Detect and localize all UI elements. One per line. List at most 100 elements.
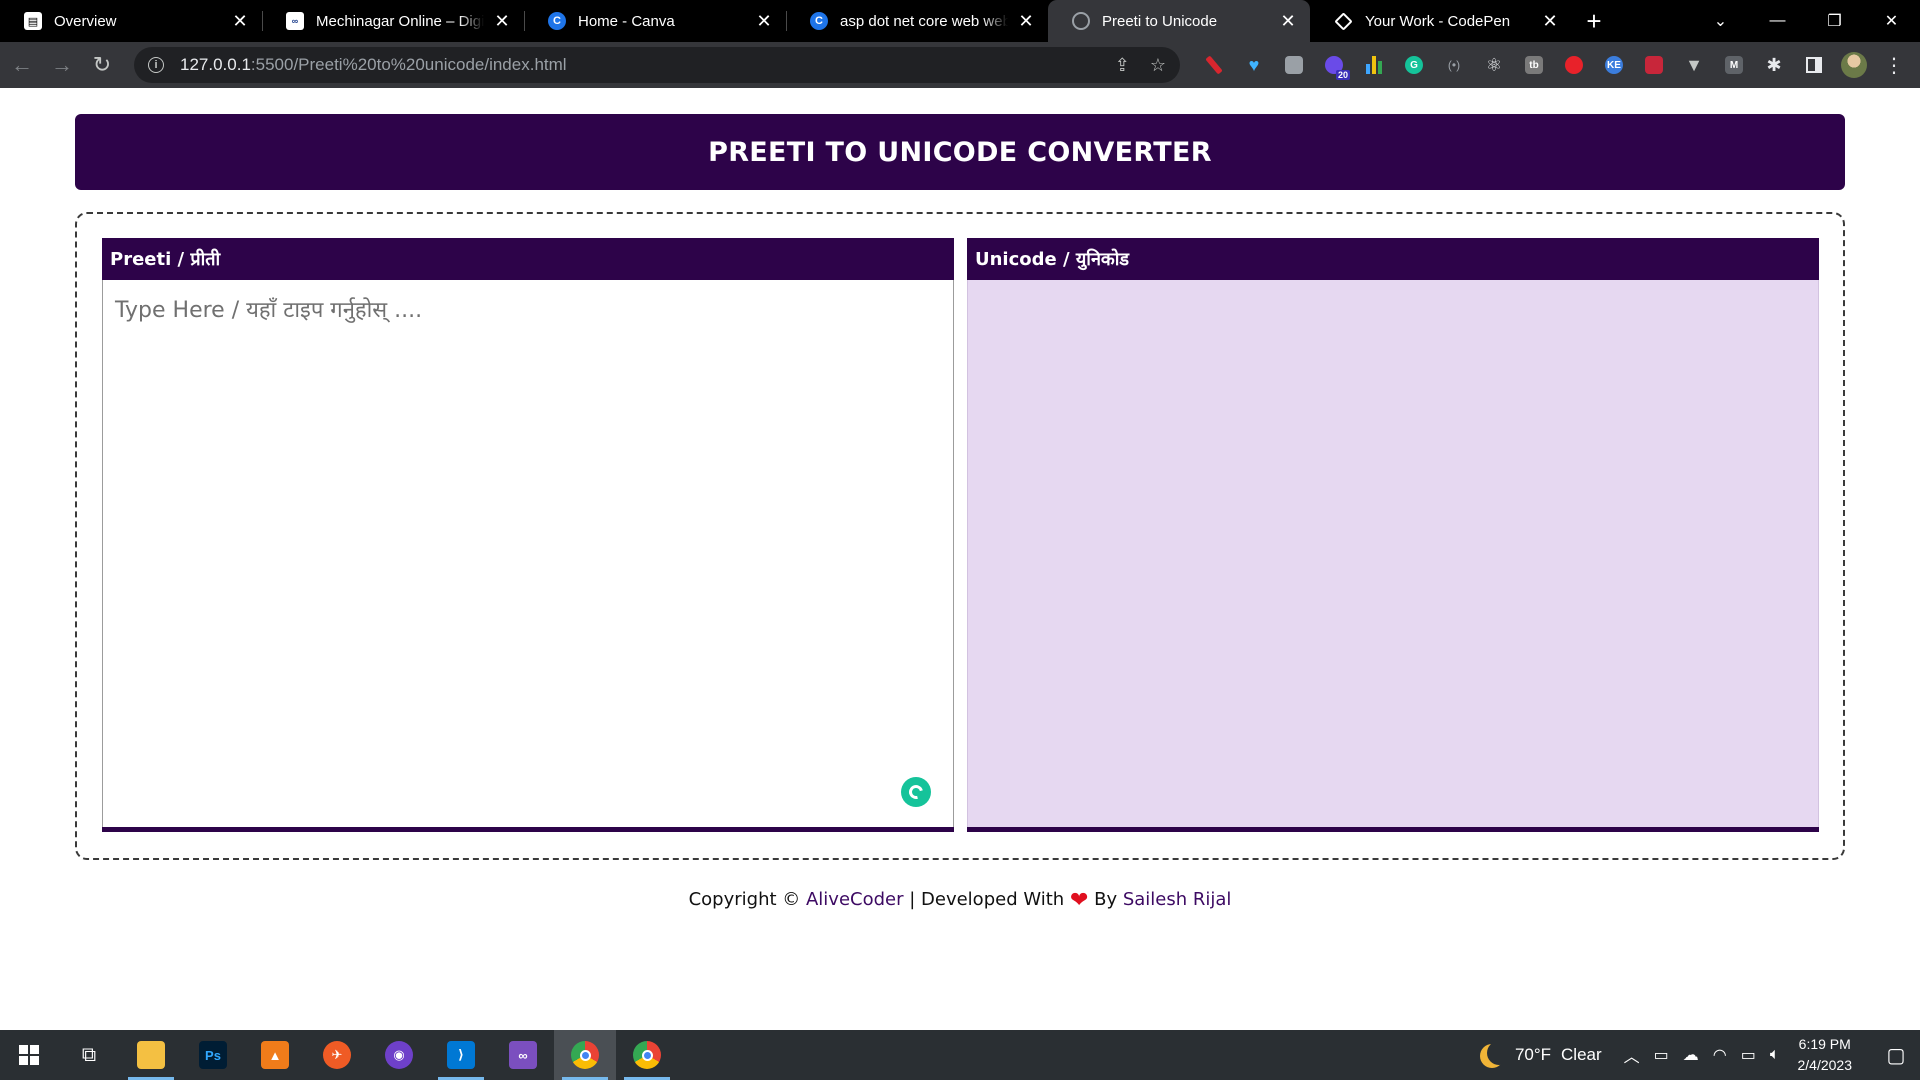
- tab-title: Preeti to Unicode: [1102, 12, 1218, 30]
- ext-m-icon[interactable]: M: [1714, 47, 1754, 83]
- taskbar-app-orange[interactable]: ▲: [244, 1030, 306, 1080]
- close-icon[interactable]: ✕: [492, 11, 512, 31]
- converter-box: Preeti / प्रीती Unicode / युनिकोड: [75, 212, 1845, 860]
- meet-icon[interactable]: ▭: [1654, 1045, 1669, 1065]
- ext-stop-icon[interactable]: [1554, 47, 1594, 83]
- grammarly-icon[interactable]: [901, 777, 931, 807]
- share-icon[interactable]: ⇪: [1115, 55, 1130, 76]
- moon-icon: [1487, 1041, 1511, 1065]
- github-icon: ◉: [385, 1041, 413, 1069]
- tab-preeti-to-unicode[interactable]: Preeti to Unicode ✕: [1048, 0, 1310, 42]
- tab-overview[interactable]: ▤ Overview ✕: [0, 0, 262, 42]
- close-icon[interactable]: ✕: [754, 11, 774, 31]
- windows-logo-icon: [19, 1045, 39, 1065]
- ext-tb-icon[interactable]: tb: [1514, 47, 1554, 83]
- unicode-output[interactable]: [968, 280, 1818, 827]
- extensions-puzzle-icon[interactable]: ✱: [1754, 47, 1794, 83]
- weather-condition: Clear: [1561, 1045, 1602, 1064]
- ext-camera-icon[interactable]: [1274, 47, 1314, 83]
- tab-title: Your Work - CodePen: [1365, 12, 1511, 30]
- wifi-icon[interactable]: ◠: [1713, 1045, 1727, 1065]
- window-controls: ⌄ — ❐ ✕: [1692, 0, 1920, 42]
- app-orange-icon: ▲: [261, 1041, 289, 1069]
- close-window-icon[interactable]: ✕: [1863, 0, 1920, 42]
- task-view-icon: ⧉: [81, 1043, 97, 1066]
- taskbar-visual-studio[interactable]: ∞: [492, 1030, 554, 1080]
- ext-code-icon[interactable]: (•): [1434, 47, 1474, 83]
- site-info-icon[interactable]: i: [148, 57, 164, 73]
- close-icon[interactable]: ✕: [1016, 11, 1036, 31]
- tab-title: Mechinagar Online – Digital: [316, 12, 484, 30]
- chevron-up-icon[interactable]: ︿: [1624, 1043, 1640, 1067]
- ext-v-icon[interactable]: ▼: [1674, 47, 1714, 83]
- profile-avatar[interactable]: [1834, 47, 1874, 83]
- taskbar-file-explorer[interactable]: [120, 1030, 182, 1080]
- taskbar-vscode[interactable]: ⟩: [430, 1030, 492, 1080]
- url-host: 127.0.0.1: [180, 55, 251, 74]
- taskbar-photoshop[interactable]: Ps: [182, 1030, 244, 1080]
- side-panel-icon[interactable]: [1794, 47, 1834, 83]
- page-title: PREETI TO UNICODE CONVERTER: [708, 136, 1212, 168]
- canva-icon: C: [810, 12, 828, 30]
- web-page: PREETI TO UNICODE CONVERTER Preeti / प्र…: [0, 88, 1920, 1030]
- notification-center-icon[interactable]: ▢: [1872, 1030, 1920, 1080]
- ext-ke-icon[interactable]: KE: [1594, 47, 1634, 83]
- mechinagar-icon: ∞: [286, 12, 304, 30]
- battery-icon[interactable]: ▭: [1741, 1045, 1756, 1065]
- taskbar-postman[interactable]: ✈: [306, 1030, 368, 1080]
- grammarly-ext-icon[interactable]: G: [1394, 47, 1434, 83]
- taskbar-github-desktop[interactable]: ◉: [368, 1030, 430, 1080]
- footer-by: By: [1088, 889, 1123, 910]
- tab-title: asp dot net core web web api: [840, 12, 1008, 30]
- url-path: :5500/Preeti%20to%20unicode/index.html: [250, 55, 567, 74]
- weather-widget[interactable]: 70°F Clear: [1481, 1043, 1602, 1067]
- browser-menu-icon[interactable]: ⋮: [1874, 47, 1914, 83]
- postman-icon: ✈: [323, 1041, 351, 1069]
- task-view-button[interactable]: ⧉: [58, 1030, 120, 1080]
- ext-chart-icon[interactable]: [1354, 47, 1394, 83]
- onedrive-cloud-icon[interactable]: ☁: [1683, 1045, 1699, 1065]
- alivecoder-link[interactable]: AliveCoder: [806, 889, 904, 910]
- back-arrow-icon[interactable]: ←: [4, 47, 40, 83]
- start-button[interactable]: [0, 1030, 58, 1080]
- volume-icon[interactable]: 🔈︎: [1770, 1046, 1780, 1064]
- tab-search-icon[interactable]: ⌄: [1692, 0, 1749, 42]
- system-tray: 70°F Clear ︿ ▭ ☁ ◠ ▭ 🔈︎ 6:19 PM 2/4/2023…: [1481, 1030, 1920, 1080]
- bookmark-star-icon[interactable]: ☆: [1150, 55, 1166, 76]
- url-text[interactable]: 127.0.0.1:5500/Preeti%20to%20unicode/ind…: [180, 55, 567, 75]
- browser-tab-strip: ▤ Overview ✕ ∞ Mechinagar Online – Digit…: [0, 0, 1920, 42]
- chrome-icon: [633, 1041, 661, 1069]
- reload-icon[interactable]: ↻: [84, 47, 120, 83]
- close-icon[interactable]: ✕: [230, 11, 250, 31]
- tab-codepen[interactable]: Your Work - CodePen ✕: [1310, 0, 1572, 42]
- address-bar[interactable]: i 127.0.0.1:5500/Preeti%20to%20unicode/i…: [134, 47, 1180, 83]
- tab-title: Home - Canva: [578, 12, 675, 30]
- ext-badge-icon[interactable]: 20: [1314, 47, 1354, 83]
- ext-heart-icon[interactable]: ♥: [1234, 47, 1274, 83]
- ext-pen-icon[interactable]: [1194, 47, 1234, 83]
- ext-trend-icon[interactable]: [1634, 47, 1674, 83]
- new-tab-button[interactable]: +: [1572, 0, 1616, 42]
- forward-arrow-icon[interactable]: →: [44, 47, 80, 83]
- browser-toolbar: ← → ↻ i 127.0.0.1:5500/Preeti%20to%20uni…: [0, 42, 1920, 88]
- extensions-bar: ♥ 20 G (•) ⚛ tb KE ▼ M ✱ ⋮: [1194, 47, 1914, 83]
- restore-icon[interactable]: ❐: [1806, 0, 1863, 42]
- taskbar-chrome-profile[interactable]: [616, 1030, 678, 1080]
- close-icon[interactable]: ✕: [1540, 11, 1560, 31]
- taskbar-chrome[interactable]: [554, 1030, 616, 1080]
- preeti-panel: Preeti / प्रीती: [102, 238, 954, 832]
- panel-bottom-bar: [967, 827, 1819, 832]
- preeti-input[interactable]: [103, 280, 953, 827]
- minimize-icon[interactable]: —: [1749, 0, 1806, 42]
- close-icon[interactable]: ✕: [1278, 11, 1298, 31]
- tab-mechinagar[interactable]: ∞ Mechinagar Online – Digital ✕: [262, 0, 524, 42]
- tab-asp-net[interactable]: C asp dot net core web web api ✕: [786, 0, 1048, 42]
- tab-title: Overview: [54, 12, 117, 30]
- taskbar-clock[interactable]: 6:19 PM 2/4/2023: [1798, 1034, 1853, 1076]
- react-devtools-icon[interactable]: ⚛: [1474, 47, 1514, 83]
- author-link[interactable]: Sailesh Rijal: [1123, 889, 1232, 910]
- codepen-icon: [1334, 11, 1353, 31]
- globe-icon: [1072, 12, 1090, 30]
- tab-canva-home[interactable]: C Home - Canva ✕: [524, 0, 786, 42]
- overview-icon: ▤: [24, 12, 42, 30]
